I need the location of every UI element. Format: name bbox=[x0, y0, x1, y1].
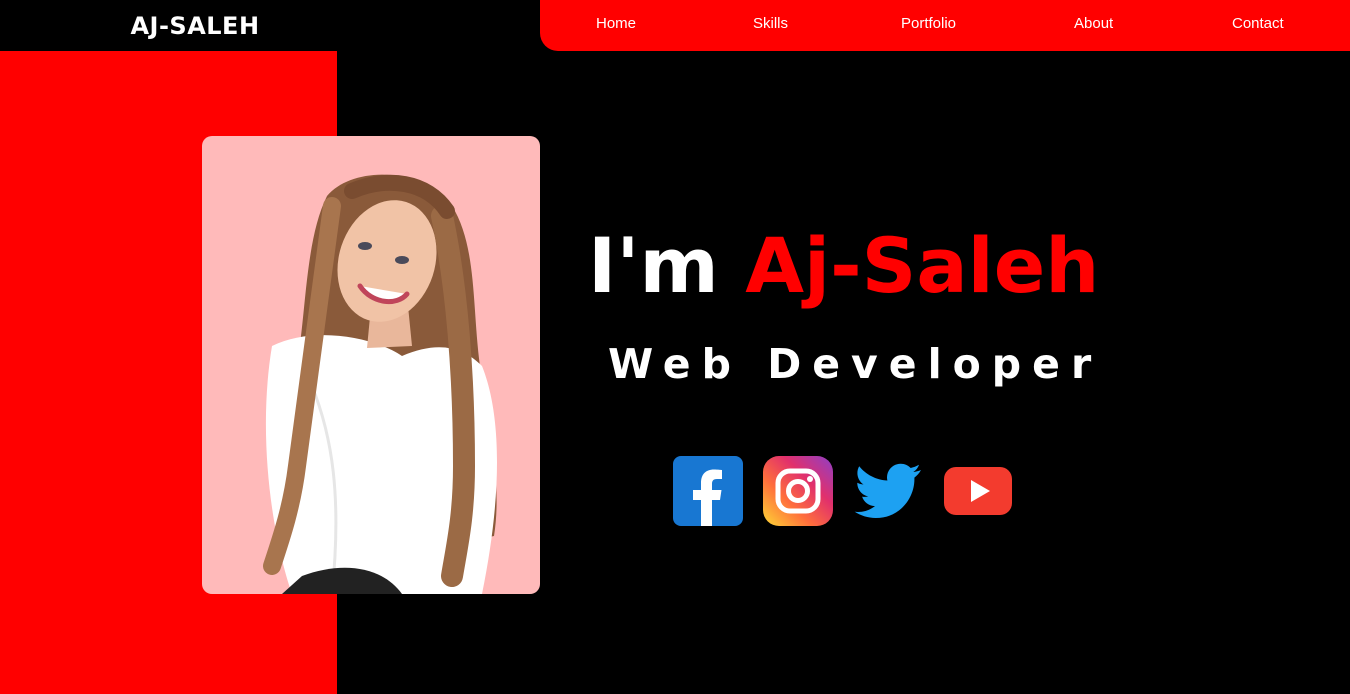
hero-greeting: I'm bbox=[588, 221, 719, 310]
nav-portfolio[interactable]: Portfolio bbox=[901, 15, 956, 32]
hero-headline: I'm Aj-Saleh bbox=[588, 228, 1099, 304]
page: AJ-SALEH Home Skills Portfolio About Con… bbox=[0, 0, 1350, 694]
profile-photo bbox=[202, 136, 540, 594]
nav-home[interactable]: Home bbox=[596, 15, 636, 32]
hero-name: Aj-Saleh bbox=[745, 221, 1100, 310]
main-nav: Home Skills Portfolio About Contact bbox=[540, 0, 1350, 51]
nav-skills[interactable]: Skills bbox=[753, 15, 788, 32]
hero-role: Web Developer bbox=[608, 340, 1103, 388]
twitter-icon[interactable] bbox=[853, 456, 923, 526]
nav-contact[interactable]: Contact bbox=[1232, 15, 1284, 32]
instagram-icon[interactable] bbox=[763, 456, 833, 526]
portrait-illustration bbox=[263, 174, 497, 594]
facebook-icon[interactable] bbox=[673, 456, 743, 526]
social-links bbox=[673, 456, 1013, 526]
nav-about[interactable]: About bbox=[1074, 15, 1113, 32]
site-logo[interactable]: AJ-SALEH bbox=[0, 0, 390, 51]
youtube-icon[interactable] bbox=[943, 456, 1013, 526]
